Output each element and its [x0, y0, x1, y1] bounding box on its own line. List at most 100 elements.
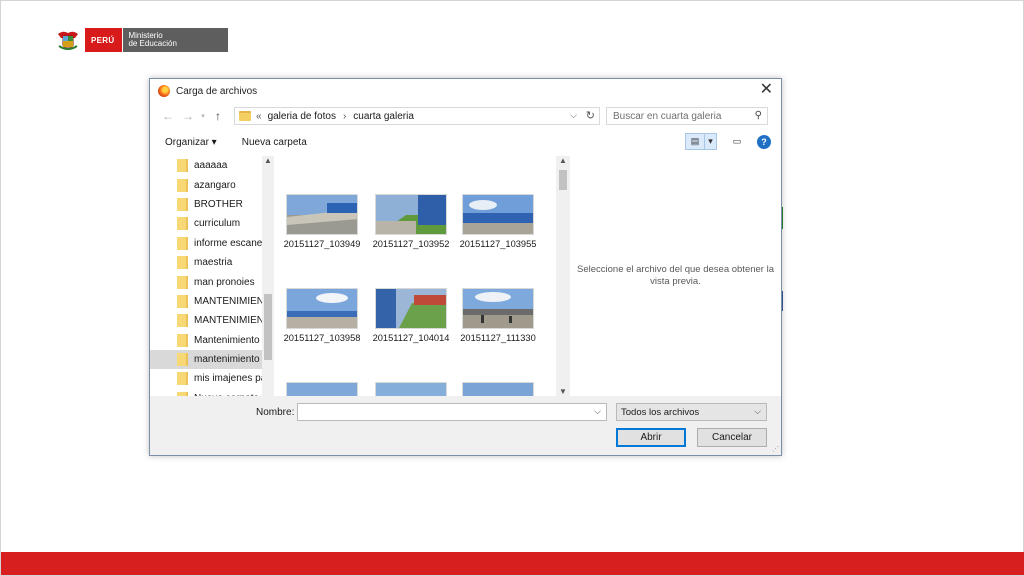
scroll-up-icon[interactable]: ▲ — [264, 156, 272, 165]
breadcrumb-galeria-de-fotos[interactable]: galeria de fotos — [268, 111, 336, 122]
address-dropdown-icon[interactable]: ⌵ — [570, 110, 577, 121]
photo-thumbnail — [286, 194, 358, 235]
nav-folder-item[interactable]: man pronoies — [150, 272, 274, 291]
file-item[interactable] — [456, 382, 540, 396]
file-name: 20151127_111330 — [460, 333, 536, 343]
dialog-titlebar[interactable]: Carga de archivos ✕ — [150, 79, 781, 103]
new-folder-button[interactable]: Nueva carpeta — [242, 137, 307, 148]
folder-icon — [177, 353, 188, 367]
file-type-dropdown-icon[interactable]: ⌵ — [754, 406, 761, 417]
file-item[interactable]: 20151127_103952 — [369, 194, 453, 249]
search-placeholder: Buscar en cuarta galeria — [613, 110, 722, 122]
open-button[interactable]: Abrir — [616, 428, 686, 447]
resize-grip-icon[interactable]: ⋰ — [772, 445, 779, 453]
file-name: 20151127_103949 — [283, 239, 361, 249]
photo-thumbnail — [462, 194, 534, 235]
address-bar[interactable]: « galeria de fotos › cuarta galeria ⌵ ↻ — [234, 107, 600, 125]
breadcrumb-overflow[interactable]: « — [256, 111, 262, 122]
presentation-slide: PERÚ Ministerio de Educación Carga de ar… — [0, 0, 1024, 576]
file-item[interactable] — [369, 382, 453, 396]
filename-dropdown-icon[interactable]: ⌵ — [594, 406, 601, 417]
nav-folder-label: Mantenimiento — [194, 334, 260, 346]
folder-icon — [177, 294, 188, 308]
filename-label: Nombre: — [256, 407, 295, 418]
folder-list: aaaaaa azangaro BROTHER curriculum informe e… — [150, 156, 274, 396]
file-name: 20151127_104014 — [372, 333, 450, 343]
view-controls: ▤ ▾ ▭ ? — [685, 133, 771, 150]
nav-folder-item[interactable]: MANTENIMIENT — [150, 311, 274, 330]
ministry-logo: PERÚ Ministerio de Educación — [53, 27, 229, 53]
help-icon[interactable]: ? — [757, 134, 771, 149]
forward-arrow-icon[interactable]: → — [178, 109, 198, 123]
preview-pane-icon[interactable]: ▭ — [727, 133, 747, 150]
scroll-down-icon[interactable]: ▼ — [559, 387, 567, 396]
folder-icon — [177, 314, 188, 328]
view-options-chevron-icon[interactable]: ▾ — [704, 133, 717, 150]
navigation-pane: aaaaaa azangaro BROTHER curriculum informe e… — [150, 156, 274, 396]
cancel-button[interactable]: Cancelar — [697, 428, 767, 447]
breadcrumb-cuarta-galeria[interactable]: cuarta galeria — [353, 111, 414, 122]
nav-folder-label: BROTHER — [194, 198, 243, 210]
file-name: 20151127_103955 — [459, 239, 537, 249]
nav-folder-item[interactable]: aaaaaa — [150, 156, 274, 175]
nav-folder-item[interactable]: Nueva carpeta — [150, 389, 274, 396]
file-name: 20151127_103952 — [372, 239, 450, 249]
file-item[interactable]: 20151127_104014 — [369, 288, 453, 343]
scrollbar-thumb[interactable] — [559, 170, 567, 190]
file-type-value: Todos los archivos — [621, 407, 700, 418]
preview-message: Seleccione el archivo del que desea obte… — [577, 264, 774, 287]
photo-thumbnail — [375, 288, 447, 329]
up-arrow-icon[interactable]: ↑ — [208, 109, 228, 123]
change-view-icon[interactable]: ▤ — [685, 133, 705, 150]
nav-folder-label: maestria — [194, 257, 233, 269]
nav-folder-label: MANTENIMIENT — [194, 295, 271, 307]
dialog-toolbar: Organizar ▾ Nueva carpeta ▤ ▾ ▭ ? — [150, 129, 781, 155]
file-item[interactable]: 20151127_111330 — [456, 288, 540, 343]
filename-input[interactable]: ⌵ — [297, 403, 607, 421]
scrollbar-thumb[interactable] — [264, 294, 272, 360]
search-input[interactable]: Buscar en cuarta galeria ⚲ — [606, 107, 768, 125]
navigation-scrollbar[interactable]: ▲ — [262, 156, 274, 396]
file-item[interactable] — [280, 382, 364, 396]
refresh-icon[interactable]: ↻ — [586, 109, 595, 122]
file-item[interactable]: 20151127_103955 — [456, 194, 540, 249]
nav-folder-label: informe escanea — [194, 237, 268, 249]
photo-thumbnail — [286, 382, 358, 396]
file-grid-scrollbar[interactable]: ▲ ▼ — [556, 156, 570, 396]
nav-folder-label: curriculum — [194, 218, 241, 230]
organize-menu[interactable]: Organizar ▾ — [165, 137, 217, 148]
breadcrumb-separator-icon: › — [342, 110, 347, 122]
nav-folder-label: mis imajenes pa — [194, 373, 267, 385]
nav-folder-item[interactable]: Mantenimiento — [150, 331, 274, 350]
folder-icon — [177, 372, 188, 386]
search-icon: ⚲ — [754, 110, 762, 121]
file-item[interactable]: 20151127_103958 — [280, 288, 364, 343]
file-upload-dialog: Carga de archivos ✕ ← → ▾ ↑ « galeria de… — [149, 78, 782, 456]
photo-thumbnail — [286, 288, 358, 329]
nav-folder-label: azangaro — [194, 179, 236, 191]
back-arrow-icon[interactable]: ← — [158, 109, 178, 123]
dialog-footer: Nombre: ⌵ Todos los archivos ⌵ Abrir Can… — [150, 396, 781, 455]
nav-folder-item[interactable]: BROTHER — [150, 195, 274, 214]
firefox-icon — [158, 85, 170, 97]
nav-folder-item[interactable]: mis imajenes pa — [150, 369, 274, 388]
file-grid: 20151127_103949 20151127_103952 20151127_1… — [280, 156, 564, 396]
logo-ministry: Ministerio de Educación — [122, 28, 229, 52]
nav-folder-item[interactable]: curriculum — [150, 214, 274, 233]
address-row: ← → ▾ ↑ « galeria de fotos › cuarta gale… — [150, 103, 781, 129]
nav-folder-item[interactable]: MANTENIMIENT — [150, 292, 274, 311]
scroll-up-icon[interactable]: ▲ — [559, 156, 567, 165]
file-item[interactable]: 20151127_103949 — [280, 194, 364, 249]
dialog-content: aaaaaa azangaro BROTHER curriculum informe e… — [150, 156, 781, 396]
folder-icon — [177, 159, 188, 173]
nav-folder-item[interactable]: maestria — [150, 253, 274, 272]
file-type-select[interactable]: Todos los archivos ⌵ — [616, 403, 767, 421]
logo-country: PERÚ — [85, 28, 123, 52]
nav-folder-item[interactable]: azangaro — [150, 175, 274, 194]
dialog-title: Carga de archivos — [176, 85, 258, 97]
folder-icon — [177, 236, 188, 250]
recent-locations-chevron-icon[interactable]: ▾ — [198, 112, 208, 120]
nav-folder-item[interactable]: informe escanea — [150, 234, 274, 253]
close-button[interactable]: ✕ — [760, 82, 773, 98]
nav-folder-item[interactable]: mantenimiento — [150, 349, 274, 370]
